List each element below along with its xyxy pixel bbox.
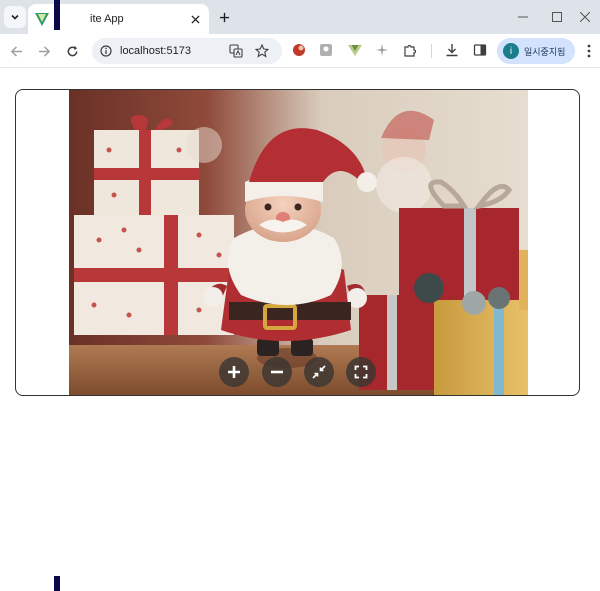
extension-red-icon[interactable] [291, 42, 307, 58]
image-viewer [15, 89, 580, 396]
tab-title: ite App [90, 13, 124, 25]
profile-avatar: i [503, 43, 519, 59]
fullscreen-icon [354, 365, 368, 379]
side-panel-icon[interactable] [472, 42, 488, 58]
zoom-out-button[interactable] [262, 357, 292, 387]
chevron-down-icon [11, 14, 19, 20]
extension-gray-icon[interactable] [318, 42, 334, 58]
address-url: localhost:5173 [120, 45, 191, 57]
fullscreen-button[interactable] [346, 357, 376, 387]
reload-button[interactable] [61, 40, 83, 62]
toolbar-separator [431, 44, 432, 58]
zoom-in-button[interactable] [219, 357, 249, 387]
browser-menu-button[interactable] [583, 42, 595, 60]
profile-button[interactable]: i 일시중지됨 [497, 38, 575, 64]
screen-artifact [54, 576, 60, 591]
download-icon[interactable] [444, 42, 460, 58]
more-vertical-icon [587, 44, 591, 58]
screen-artifact [54, 0, 60, 30]
extensions-puzzle-icon[interactable] [402, 42, 418, 58]
minimize-button[interactable] [504, 0, 542, 34]
site-info-icon[interactable] [98, 43, 114, 59]
tab-close-icon[interactable] [187, 11, 203, 27]
santa-image [69, 90, 528, 395]
translate-icon[interactable] [228, 43, 244, 59]
maximize-icon [552, 12, 562, 22]
new-tab-button[interactable] [214, 7, 234, 27]
plus-icon [228, 366, 240, 378]
profile-status-label: 일시중지됨 [524, 47, 566, 57]
viewer-controls [219, 357, 379, 389]
back-button[interactable] [5, 40, 27, 62]
reload-icon [67, 45, 77, 56]
tab-strip: ite App [0, 0, 600, 34]
bookmark-star-icon[interactable] [254, 43, 270, 59]
extension-sparkle-icon[interactable] [374, 42, 390, 58]
arrow-right-icon [38, 45, 50, 57]
plus-icon [219, 12, 229, 22]
vite-favicon-icon [35, 13, 49, 26]
minus-icon [271, 370, 283, 374]
close-icon [580, 12, 590, 22]
close-window-button[interactable] [566, 0, 600, 34]
tab-search-button[interactable] [4, 6, 26, 28]
minimize-icon [518, 16, 528, 18]
forward-button[interactable] [33, 40, 55, 62]
browser-toolbar: localhost:5173 i 일시중지됨 [0, 34, 600, 68]
shrink-arrows-icon [312, 365, 326, 379]
arrow-left-icon [10, 45, 22, 57]
extension-vue-icon[interactable] [347, 42, 363, 58]
address-bar[interactable]: localhost:5173 [92, 38, 282, 64]
exit-fullscreen-button[interactable] [304, 357, 334, 387]
